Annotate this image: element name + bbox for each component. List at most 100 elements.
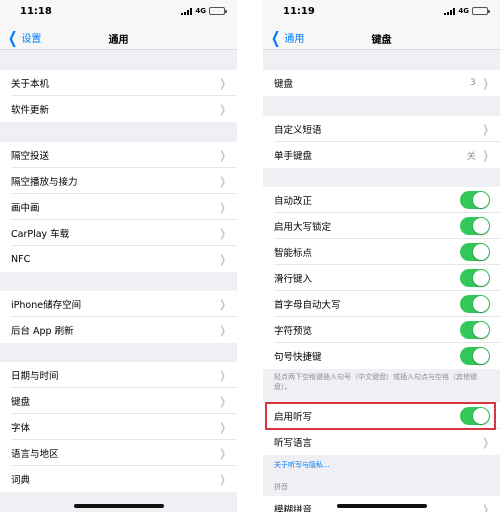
chevron-right-icon: ❯ — [482, 122, 489, 136]
home-indicator — [337, 504, 427, 508]
row-value: 3 — [470, 78, 476, 88]
row-about[interactable]: 关于本机 ❯ — [0, 70, 237, 96]
home-indicator — [74, 504, 164, 508]
row-software-update[interactable]: 软件更新 ❯ — [0, 96, 237, 122]
network-label: 4G — [195, 7, 206, 15]
page-title: 通用 — [108, 35, 129, 46]
status-time: 11:18 — [20, 6, 52, 17]
row-background-app-refresh[interactable]: 后台 App 刷新 ❯ — [0, 317, 237, 343]
row-character-preview: 字符预览 — [263, 317, 500, 343]
row-label: 首字母自动大写 — [274, 300, 341, 311]
toggle-switch[interactable] — [460, 269, 490, 287]
chevron-right-icon: ❯ — [219, 420, 226, 434]
row-label: 智能标点 — [274, 248, 313, 259]
row-label: 键盘 — [274, 79, 294, 90]
chevron-right-icon: ❯ — [219, 252, 226, 266]
navigation-bar: ❮ 通用 键盘 — [263, 26, 500, 50]
row-label: 后台 App 刷新 — [11, 326, 74, 337]
row-label: 语言与地区 — [11, 449, 59, 460]
chevron-right-icon: ❯ — [219, 102, 226, 116]
row-label: 词典 — [11, 475, 31, 486]
row-label: CarPlay 车载 — [11, 229, 70, 240]
row-label: iPhone储存空间 — [11, 300, 82, 311]
chevron-right-icon: ❯ — [219, 446, 226, 460]
network-label: 4G — [458, 7, 469, 15]
row-text-replacement[interactable]: 自定义短语 ❯ — [263, 116, 500, 142]
row-picture-in-picture[interactable]: 画中画 ❯ — [0, 194, 237, 220]
dictation-privacy-link[interactable]: 关于听写与隐私... — [274, 460, 330, 470]
row-date-time[interactable]: 日期与时间 ❯ — [0, 362, 237, 388]
signal-icon — [444, 7, 456, 15]
row-auto-correction: 自动改正 — [263, 187, 500, 213]
status-bar: 11:18 4G — [0, 0, 237, 26]
row-label: 关于本机 — [11, 79, 50, 90]
row-label: 听写语言 — [274, 438, 313, 449]
chevron-right-icon: ❯ — [482, 76, 489, 90]
row-label: 软件更新 — [11, 105, 50, 116]
toggle-switch[interactable] — [460, 407, 490, 425]
row-period-shortcut: 句号快捷键 — [263, 343, 500, 369]
navigation-bar: ❮ 设置 通用 — [0, 26, 237, 50]
chevron-right-icon: ❯ — [219, 297, 226, 311]
row-nfc[interactable]: NFC ❯ — [0, 246, 237, 272]
chevron-right-icon: ❯ — [219, 323, 226, 337]
chevron-right-icon: ❯ — [219, 226, 226, 240]
chevron-right-icon: ❯ — [219, 200, 226, 214]
row-language-region[interactable]: 语言与地区 ❯ — [0, 440, 237, 466]
row-label: 字体 — [11, 423, 31, 434]
row-enable-dictation: 启用听写 — [263, 403, 500, 429]
toggle-switch[interactable] — [460, 321, 490, 339]
row-label: 画中画 — [11, 203, 40, 214]
toggle-switch[interactable] — [460, 295, 490, 313]
row-label: 自动改正 — [274, 196, 313, 207]
row-value: 关 — [466, 151, 476, 162]
row-airplay-handoff[interactable]: 隔空播放与接力 ❯ — [0, 168, 237, 194]
status-bar: 11:19 4G — [263, 0, 500, 26]
chevron-right-icon: ❯ — [219, 368, 226, 382]
row-smart-punctuation: 智能标点 — [263, 239, 500, 265]
chevron-right-icon: ❯ — [482, 435, 489, 449]
toggle-switch[interactable] — [460, 191, 490, 209]
chevron-right-icon: ❯ — [219, 394, 226, 408]
row-dictation-language[interactable]: 听写语言 ❯ — [263, 429, 500, 455]
toggle-switch[interactable] — [460, 347, 490, 365]
signal-icon — [181, 7, 193, 15]
row-iphone-storage[interactable]: iPhone储存空间 ❯ — [0, 291, 237, 317]
row-label: NFC — [11, 253, 31, 265]
row-airdrop[interactable]: 隔空投送 ❯ — [0, 142, 237, 168]
row-fonts[interactable]: 字体 ❯ — [0, 414, 237, 440]
chevron-right-icon: ❯ — [219, 472, 226, 486]
chevron-right-icon: ❯ — [219, 174, 226, 188]
page-title: 键盘 — [371, 35, 392, 46]
chevron-right-icon: ❯ — [482, 148, 489, 162]
row-keyboard[interactable]: 键盘 ❯ — [0, 388, 237, 414]
row-keyboards[interactable]: 键盘 3 ❯ — [263, 70, 500, 96]
chevron-right-icon: ❯ — [219, 76, 226, 90]
toggle-switch[interactable] — [460, 217, 490, 235]
section-header-pinyin: 拼音 — [274, 483, 288, 491]
row-carplay[interactable]: CarPlay 车载 ❯ — [0, 220, 237, 246]
toggle-switch[interactable] — [460, 243, 490, 261]
row-label: 日期与时间 — [11, 371, 59, 382]
battery-icon — [472, 7, 490, 15]
row-label: 单手键盘 — [274, 151, 313, 162]
row-label: 启用听写 — [274, 412, 313, 423]
row-one-handed-keyboard[interactable]: 单手键盘 关 ❯ — [263, 142, 500, 168]
general-settings-screen: 11:18 4G ❮ 设置 通用 关于本机 ❯ 软件更新 ❯ 隔空投送 ❯ 隔空播放与… — [0, 0, 237, 512]
period-shortcut-note: 轻点两下空格键插入句号（中文键盘）或插入句点与空格（其他键盘）。 — [274, 373, 477, 391]
chevron-right-icon: ❯ — [219, 148, 226, 162]
row-dictionary[interactable]: 词典 ❯ — [0, 466, 237, 492]
row-label: 句号快捷键 — [274, 352, 322, 363]
row-label: 启用大写锁定 — [274, 222, 332, 233]
row-label: 隔空投送 — [11, 151, 50, 162]
row-auto-capitalization: 首字母自动大写 — [263, 291, 500, 317]
keyboard-settings-screen: 11:19 4G ❮ 通用 键盘 键盘 3 ❯ 自定义短语 ❯ 单手键盘 关 ❯ 自动改正… — [263, 0, 500, 512]
row-label: 键盘 — [11, 397, 31, 408]
row-label: 隔空播放与接力 — [11, 177, 78, 188]
status-time: 11:19 — [283, 6, 315, 17]
row-label: 字符预览 — [274, 326, 313, 337]
chevron-right-icon: ❯ — [482, 502, 489, 512]
row-label: 自定义短语 — [274, 125, 322, 136]
row-slide-to-type: 滑行键入 — [263, 265, 500, 291]
battery-icon — [209, 7, 227, 15]
